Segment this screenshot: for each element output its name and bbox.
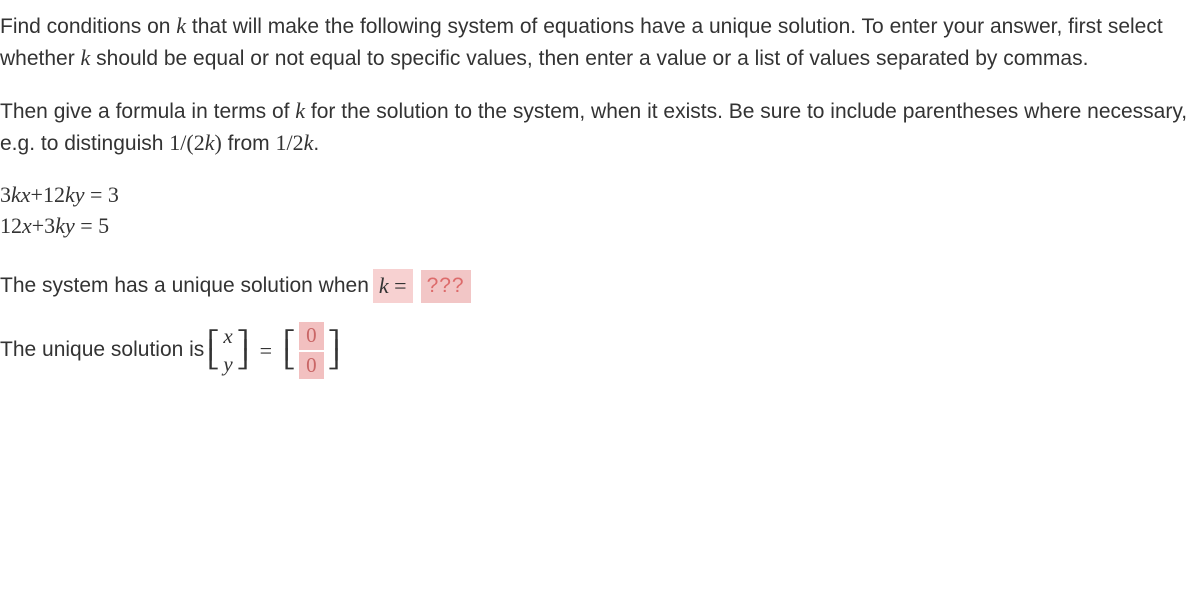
left-bracket-icon: ⎡⎢⎣	[208, 336, 221, 366]
rhs: = 5	[75, 213, 109, 238]
xy-vector: ⎡⎢⎣ x y ⎤⎥⎦	[209, 323, 246, 378]
text: Then give a formula in terms of	[0, 100, 295, 123]
variable-k: k	[304, 130, 314, 155]
solution-y-input[interactable]: 0	[299, 352, 324, 379]
text: should be equal or not equal to specific…	[90, 47, 1088, 70]
right-bracket-icon: ⎤⎥⎦	[236, 336, 249, 366]
condition-value-input[interactable]: ???	[421, 270, 471, 302]
rhs: = 3	[84, 182, 118, 207]
equals-sign: =	[260, 335, 272, 367]
fraction-example-2: 1/2	[276, 130, 304, 155]
text: The unique solution is	[0, 335, 204, 365]
text: Find conditions on	[0, 15, 176, 38]
text: from	[222, 132, 276, 155]
k-equals-selector[interactable]: k =	[373, 269, 413, 303]
equation-2: 12x+3ky = 5	[0, 211, 1200, 242]
term: ky	[65, 182, 85, 207]
solution-vector: ⎡⎢⎣ 0 0 ⎤⎥⎦	[285, 321, 338, 380]
instruction-paragraph-1: Find conditions on k that will make the …	[0, 10, 1200, 75]
unique-solution-condition-line: The system has a unique solution when k …	[0, 269, 1200, 303]
solution-x-input[interactable]: 0	[299, 322, 324, 349]
fraction-example-1: 1/(2	[169, 130, 204, 155]
variable-k: k	[81, 45, 91, 70]
term: kx	[11, 182, 31, 207]
variable-k: k	[295, 98, 305, 123]
term: x	[22, 213, 32, 238]
coef: 3	[0, 182, 11, 207]
vector-y: y	[223, 351, 232, 378]
equation-1: 3kx+12ky = 3	[0, 180, 1200, 211]
left-bracket-icon: ⎡⎢⎣	[283, 336, 296, 366]
variable-k: k	[205, 130, 215, 155]
vector-x: x	[223, 323, 232, 350]
coef: +3	[32, 213, 55, 238]
coef: 12	[0, 213, 22, 238]
right-bracket-icon: ⎤⎥⎦	[327, 336, 340, 366]
term: ky	[55, 213, 75, 238]
text: .	[313, 132, 319, 155]
unique-solution-line: The unique solution is ⎡⎢⎣ x y ⎤⎥⎦ = ⎡⎢⎣…	[0, 321, 1200, 380]
instruction-paragraph-2: Then give a formula in terms of k for th…	[0, 95, 1200, 160]
coef: +12	[31, 182, 65, 207]
paren: )	[215, 130, 222, 155]
variable-k: k	[176, 13, 186, 38]
system-of-equations: 3kx+12ky = 3 12x+3ky = 5	[0, 180, 1200, 242]
text: The system has a unique solution when	[0, 271, 369, 301]
